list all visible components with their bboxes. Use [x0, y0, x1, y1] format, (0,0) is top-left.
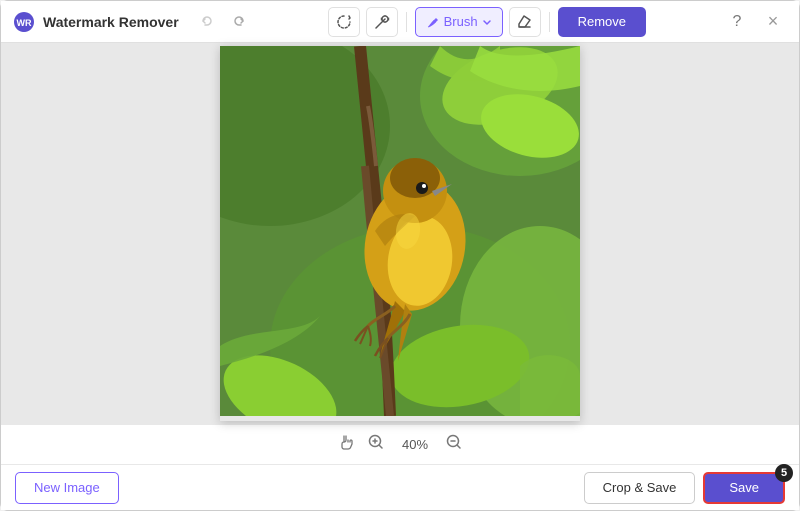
- app-title: Watermark Remover: [43, 14, 179, 30]
- zoom-bar: 40%: [1, 424, 799, 464]
- nav-controls: [195, 9, 251, 35]
- app-logo-icon: WR: [13, 11, 35, 33]
- save-label: Save: [729, 480, 759, 495]
- titlebar-left: WR Watermark Remover: [13, 9, 251, 35]
- action-bar: New Image Crop & Save Save 5: [1, 464, 799, 510]
- remove-label: Remove: [578, 14, 626, 29]
- save-button[interactable]: Save: [703, 472, 785, 504]
- remove-button[interactable]: Remove: [558, 7, 646, 37]
- crop-save-button[interactable]: Crop & Save: [584, 472, 696, 504]
- lasso-tool-button[interactable]: [328, 7, 360, 37]
- save-badge: 5: [775, 464, 793, 482]
- zoom-percent: 40%: [397, 437, 433, 452]
- titlebar: WR Watermark Remover: [1, 1, 799, 43]
- eraser-tool-button[interactable]: [509, 7, 541, 37]
- redo-button[interactable]: [225, 9, 251, 35]
- brush-tool-button[interactable]: Brush: [415, 7, 503, 37]
- save-button-wrapper: Save 5: [703, 472, 785, 504]
- zoom-in-button[interactable]: [367, 433, 385, 456]
- chevron-down-icon: [482, 17, 492, 27]
- close-button[interactable]: ×: [759, 8, 787, 36]
- magic-wand-button[interactable]: [366, 7, 398, 37]
- new-image-label: New Image: [34, 480, 100, 495]
- titlebar-right: ? ×: [723, 8, 787, 36]
- svg-text:WR: WR: [17, 18, 32, 28]
- undo-button[interactable]: [195, 9, 221, 35]
- new-image-button[interactable]: New Image: [15, 472, 119, 504]
- pan-tool-button[interactable]: [337, 433, 355, 456]
- toolbar-separator: [406, 12, 407, 32]
- brush-label: Brush: [444, 14, 478, 29]
- toolbar: Brush Remove: [251, 7, 723, 37]
- toolbar-separator-2: [549, 12, 550, 32]
- zoom-out-button[interactable]: [445, 433, 463, 456]
- action-bar-right: Crop & Save Save 5: [584, 472, 785, 504]
- help-button[interactable]: ?: [723, 8, 751, 36]
- canvas-area: [1, 43, 799, 424]
- image-container: [220, 46, 580, 421]
- bird-image: [220, 46, 580, 416]
- crop-save-label: Crop & Save: [603, 480, 677, 495]
